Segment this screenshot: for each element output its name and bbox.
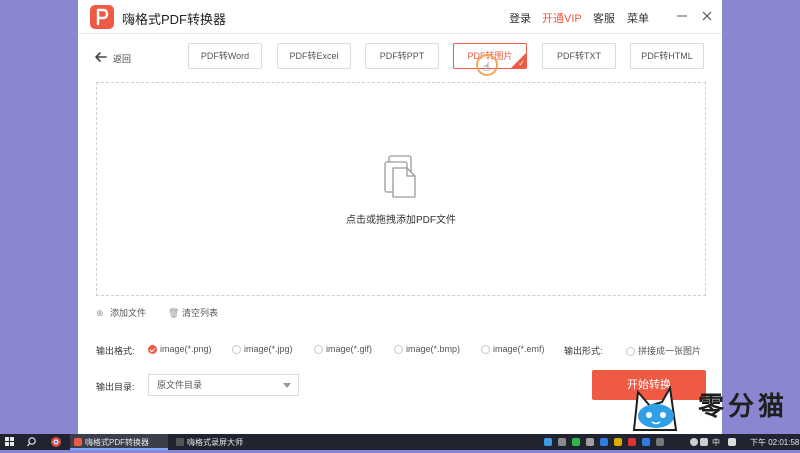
start-button[interactable] [4, 434, 16, 450]
drop-zone-hint: 点击或拖拽添加PDF文件 [346, 215, 456, 226]
shield-icon[interactable] [600, 438, 608, 446]
output-dir-select[interactable]: 原文件目录 [148, 374, 299, 396]
chevron-up-icon[interactable] [656, 438, 664, 446]
format-option-label: image(*.bmp) [406, 344, 461, 354]
tab-pdf-to-ppt[interactable]: PDF转PPT [365, 43, 439, 69]
format-option-jpg[interactable]: image(*.jpg) [232, 344, 293, 354]
add-file-label: 添加文件 [110, 308, 147, 318]
format-option-gif[interactable]: image(*.gif) [314, 344, 372, 354]
support-link[interactable]: 客服 [593, 10, 615, 26]
tab-pdf-to-excel[interactable]: PDF转Excel [277, 43, 351, 69]
merge-option-label: 拼接成一张图片 [638, 346, 702, 356]
tab-pdf-to-html[interactable]: PDF转HTML [630, 43, 704, 69]
radio-icon [481, 345, 490, 354]
clear-list-label: 清空列表 [182, 308, 219, 318]
chevron-down-icon [283, 383, 291, 388]
files-icon [384, 155, 416, 198]
chrome-taskbar-button[interactable] [50, 434, 62, 450]
merge-into-one-image-option[interactable]: 拼接成一张图片 [626, 344, 701, 357]
taskbar: 嗨格式PDF转换器 嗨格式录屏大师 中 下午 02:01:58 [0, 434, 800, 450]
radio-icon [626, 347, 635, 356]
recording-icon[interactable] [628, 438, 636, 446]
file-drop-zone[interactable]: 点击或拖拽添加PDF文件 [96, 82, 706, 296]
format-option-emf[interactable]: image(*.emf) [481, 344, 545, 354]
start-convert-button[interactable]: 开始转换 [592, 370, 706, 400]
taskbar-app-pdf-converter[interactable]: 嗨格式PDF转换器 [70, 434, 168, 450]
wechat-icon[interactable] [572, 438, 580, 446]
search-icon [27, 437, 36, 447]
bluetooth-icon[interactable] [642, 438, 650, 446]
format-option-bmp[interactable]: image(*.bmp) [394, 344, 460, 354]
keyboard-icon[interactable] [728, 438, 736, 446]
tab-pdf-to-image[interactable]: PDF转图片 ✓ [453, 43, 527, 69]
minimize-button[interactable] [673, 7, 691, 25]
output-dir-value: 原文件目录 [157, 380, 203, 390]
vip-link[interactable]: 开通VIP [542, 10, 582, 26]
format-option-png[interactable]: image(*.png) [148, 344, 212, 354]
volume-icon[interactable] [700, 438, 708, 446]
add-file-button[interactable]: ⊕ 添加文件 [96, 306, 146, 319]
app-window: 嗨格式PDF转换器 登录 开通VIP 客服 菜单 返回 PDF转Word PDF… [78, 0, 722, 434]
login-link[interactable]: 登录 [509, 10, 531, 26]
tab-pdf-to-word[interactable]: PDF转Word [188, 43, 262, 69]
format-option-label: image(*.jpg) [244, 344, 293, 354]
output-format-label: 输出格式: [96, 346, 135, 356]
screen-recorder-icon [176, 438, 184, 446]
tab-pdf-to-image-label: PDF转图片 [467, 51, 513, 61]
menu-link[interactable]: 菜单 [627, 10, 649, 26]
windows-icon [5, 437, 14, 446]
tray-app-icon[interactable] [614, 438, 622, 446]
radio-icon [232, 345, 241, 354]
taskbar-app-label: 嗨格式录屏大师 [187, 438, 243, 447]
close-button[interactable] [698, 7, 716, 25]
radio-icon [394, 345, 403, 354]
search-button[interactable] [26, 434, 38, 450]
watermark-text: 零分猫 [698, 391, 789, 421]
format-option-label: image(*.emf) [493, 344, 545, 354]
format-option-label: image(*.png) [160, 344, 212, 354]
output-dir-label: 输出目录: [96, 382, 135, 392]
taskbar-clock[interactable]: 下午 02:01:58 [750, 437, 799, 448]
taskbar-app-screen-recorder[interactable]: 嗨格式录屏大师 [172, 434, 262, 450]
back-label: 返回 [113, 54, 132, 64]
back-button[interactable]: 返回 [94, 50, 131, 66]
radio-checked-icon [148, 345, 157, 354]
output-form-label: 输出形式: [564, 346, 603, 356]
ime-indicator[interactable]: 中 [712, 437, 720, 448]
pdf-converter-icon [74, 438, 82, 446]
wifi-icon[interactable] [690, 438, 698, 446]
taskbar-app-label: 嗨格式PDF转换器 [85, 438, 149, 447]
plus-circle-icon: ⊕ [96, 308, 104, 318]
trash-icon: 🗑 [168, 308, 180, 318]
check-icon: ✓ [518, 59, 525, 68]
format-option-label: image(*.gif) [326, 344, 373, 354]
chrome-icon [51, 437, 61, 447]
clear-list-button[interactable]: 🗑 清空列表 [168, 306, 218, 319]
tab-pdf-to-txt[interactable]: PDF转TXT [542, 43, 616, 69]
app-logo-icon [90, 5, 114, 29]
radio-icon [314, 345, 323, 354]
tray-app-icon[interactable] [586, 438, 594, 446]
title-bar: 嗨格式PDF转换器 登录 开通VIP 客服 菜单 [78, 0, 722, 34]
tray-app-icon[interactable] [544, 438, 552, 446]
arrow-left-icon [95, 52, 107, 62]
app-title: 嗨格式PDF转换器 [122, 12, 227, 27]
tray-app-icon[interactable] [558, 438, 566, 446]
